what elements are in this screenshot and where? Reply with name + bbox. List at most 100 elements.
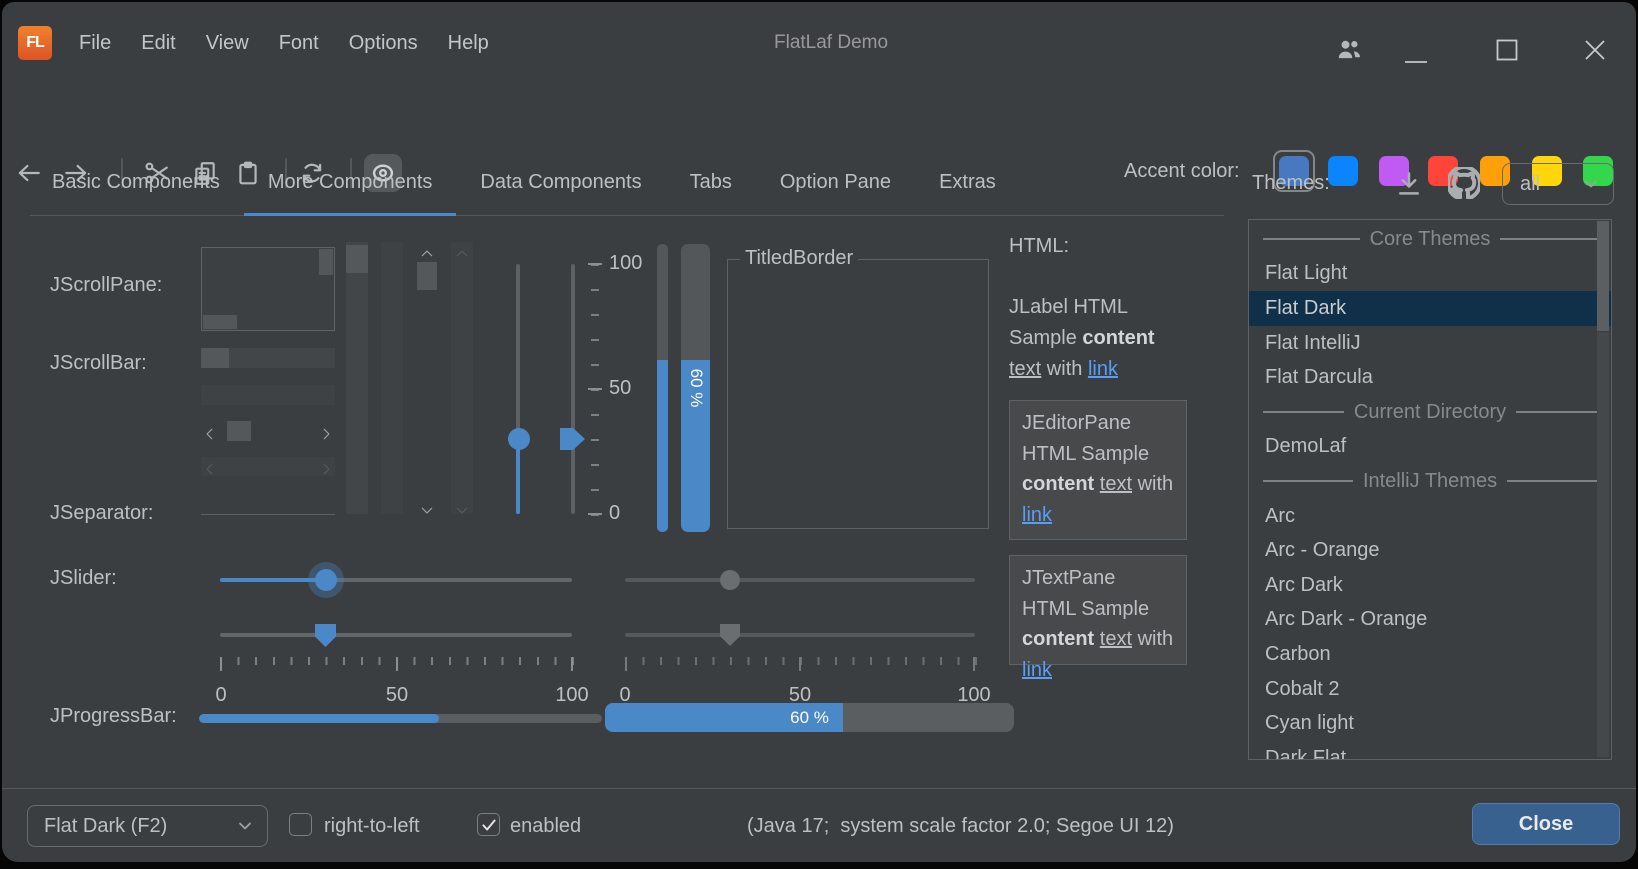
vscrollbar-4-disabled xyxy=(451,242,473,514)
menu-edit[interactable]: Edit xyxy=(126,30,190,57)
minimize-button[interactable] xyxy=(1405,49,1427,72)
vscrollbar-1[interactable] xyxy=(346,242,368,514)
vscrollbar-3-thumb[interactable] xyxy=(417,262,437,290)
tab-strip: Basic Components More Components Data Co… xyxy=(28,152,1020,216)
theme-item-arc-dark-orange[interactable]: Arc Dark - Orange xyxy=(1249,603,1611,638)
themes-label: Themes: xyxy=(1252,172,1330,195)
vslider-tick-marks xyxy=(591,264,599,516)
theme-filter-combobox[interactable]: all xyxy=(1502,163,1614,205)
statusbar-separator xyxy=(2,788,1636,789)
tick xyxy=(220,657,222,671)
tab-extras[interactable]: Extras xyxy=(915,152,1020,216)
theme-item-flat-darcula[interactable]: Flat Darcula xyxy=(1249,360,1611,395)
tab-data-components[interactable]: Data Components xyxy=(456,152,665,216)
tab-tabs[interactable]: Tabs xyxy=(666,152,756,216)
tick xyxy=(973,657,975,671)
themes-scrollbar-track[interactable] xyxy=(1597,332,1609,757)
users-icon[interactable] xyxy=(1334,36,1364,70)
jseparator-demo xyxy=(201,514,335,515)
chevron-left-icon xyxy=(203,459,217,473)
enabled-checkbox[interactable] xyxy=(477,813,500,836)
theme-item-cyan-light[interactable]: Cyan light xyxy=(1249,706,1611,741)
slider-2-thumb[interactable] xyxy=(315,624,336,647)
slider-1-thumb[interactable] xyxy=(315,569,337,591)
theme-item-flat-dark[interactable]: Flat Dark xyxy=(1249,291,1611,326)
scrollpane-vertical-thumb[interactable] xyxy=(319,249,333,275)
progress-fill xyxy=(199,714,439,723)
jscrollpane-label: JScrollPane: xyxy=(50,274,162,297)
app-logo: FL xyxy=(18,26,52,60)
chevron-left-icon[interactable] xyxy=(203,424,217,438)
menu-options[interactable]: Options xyxy=(334,30,433,57)
theme-item-arc[interactable]: Arc xyxy=(1249,499,1611,534)
slider-4-track-disabled xyxy=(625,633,975,637)
theme-item-arc-dark[interactable]: Arc Dark xyxy=(1249,568,1611,603)
vslider-2-thumb[interactable] xyxy=(560,428,585,450)
vslider-2-track[interactable] xyxy=(571,264,575,514)
laf-selector-combobox[interactable]: Flat Dark (F2) xyxy=(27,805,268,847)
theme-item-cobalt-2[interactable]: Cobalt 2 xyxy=(1249,672,1611,707)
menu-font[interactable]: Font xyxy=(264,30,334,57)
chevron-right-icon xyxy=(319,459,333,473)
jprogressbar-label: JProgressBar: xyxy=(50,705,177,728)
vscrollbar-3-with-buttons[interactable] xyxy=(415,242,439,514)
chevron-up-icon[interactable] xyxy=(420,244,434,258)
ch evron-down-icon xyxy=(455,500,469,514)
theme-item-flat-light[interactable]: Flat Light xyxy=(1249,257,1611,292)
menu-view[interactable]: View xyxy=(191,30,264,57)
hscrollbar-1[interactable] xyxy=(201,348,335,368)
chevron-right-icon[interactable] xyxy=(319,424,333,438)
vertical-progressbar-labeled: 60 % xyxy=(681,244,710,532)
html-heading: HTML: xyxy=(1009,235,1069,258)
chevron-down-icon[interactable] xyxy=(420,500,434,514)
theme-item-arc-orange[interactable]: Arc - Orange xyxy=(1249,533,1611,568)
slider-3-track-disabled xyxy=(625,578,975,582)
scale-100: 100 xyxy=(542,684,602,707)
vslider-1-fill xyxy=(516,439,520,514)
github-icon[interactable] xyxy=(1448,167,1478,197)
progressbar-thin xyxy=(199,714,602,723)
download-icon[interactable] xyxy=(1394,169,1424,199)
progressbar-labeled: 60 % xyxy=(605,703,1014,732)
vslider-1-thumb[interactable] xyxy=(508,428,530,450)
right-to-left-checkbox[interactable] xyxy=(289,813,312,836)
theme-group-current-directory: Current Directory xyxy=(1249,395,1611,430)
jeditorpane-html[interactable]: JEditorPane HTML Sample content text wit… xyxy=(1009,400,1187,540)
jeditorpane-link[interactable]: link xyxy=(1022,504,1052,526)
theme-item-demolaf[interactable]: DemoLaf xyxy=(1249,430,1611,465)
scrollpane-demo[interactable] xyxy=(201,247,335,331)
tick xyxy=(799,657,801,671)
accent-swatch-blue[interactable] xyxy=(1328,156,1358,186)
titled-border-title: TitledBorder xyxy=(740,247,858,270)
tab-basic-components[interactable]: Basic Components xyxy=(28,152,244,216)
themes-scrollbar-thumb[interactable] xyxy=(1597,221,1609,331)
scrollpane-horizontal-thumb[interactable] xyxy=(203,315,237,329)
tab-option-pane[interactable]: Option Pane xyxy=(756,152,915,216)
right-to-left-label: right-to-left xyxy=(324,815,420,838)
maximize-button[interactable] xyxy=(1496,39,1518,67)
theme-item-carbon[interactable]: Carbon xyxy=(1249,637,1611,672)
chevron-down-icon xyxy=(1581,174,1601,194)
hscrollbar-3-thumb[interactable] xyxy=(227,421,251,441)
jtextpane-link[interactable]: link xyxy=(1022,659,1052,681)
hscrollbar-1-thumb[interactable] xyxy=(201,348,229,368)
titlebar: FL File Edit View Font Options Help Flat… xyxy=(2,2,1636,76)
laf-selector-value: Flat Dark (F2) xyxy=(44,815,167,838)
tick xyxy=(396,657,398,671)
tab-more-components[interactable]: More Components xyxy=(244,152,457,216)
chevron-up-icon xyxy=(455,244,469,258)
theme-item-flat-intellij[interactable]: Flat IntelliJ xyxy=(1249,326,1611,361)
close-button[interactable]: Close xyxy=(1472,803,1620,845)
vertical-progressbar-thin xyxy=(657,244,668,532)
jlabel-link[interactable]: link xyxy=(1088,358,1118,380)
toolbar: Accent color: xyxy=(2,76,1636,134)
close-window-button[interactable] xyxy=(1584,39,1606,67)
menu-help[interactable]: Help xyxy=(433,30,504,57)
slider-2-track[interactable] xyxy=(220,633,572,637)
slider-1-fill xyxy=(220,578,326,582)
jtextpane-html[interactable]: JTextPane HTML Sample content text with … xyxy=(1009,555,1187,665)
menu-file[interactable]: File xyxy=(64,30,126,57)
hscrollbar-3-with-buttons[interactable] xyxy=(201,421,335,441)
vscrollbar-1-thumb[interactable] xyxy=(346,245,368,273)
theme-item-dark-flat[interactable]: Dark Flat xyxy=(1249,741,1611,760)
